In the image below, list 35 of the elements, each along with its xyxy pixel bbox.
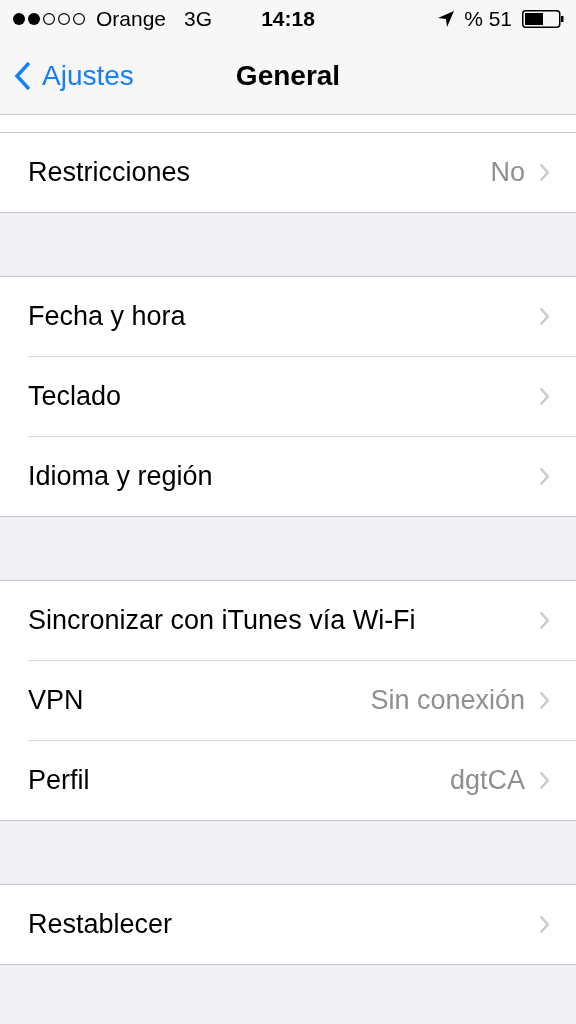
page-title: General bbox=[235, 60, 341, 92]
row-label: Fecha y hora bbox=[28, 301, 187, 332]
back-chevron-icon bbox=[14, 61, 32, 91]
chevron-icon bbox=[539, 611, 550, 630]
signal-icon bbox=[12, 12, 86, 26]
row-label: Restricciones bbox=[28, 157, 192, 188]
settings-row[interactable]: Idioma y región bbox=[28, 436, 576, 516]
row-label: Teclado bbox=[28, 381, 123, 412]
row-value: Sin conexión bbox=[370, 685, 525, 716]
row-label: Restablecer bbox=[28, 909, 174, 940]
network-type: 3G bbox=[184, 7, 213, 31]
back-button[interactable]: Ajustes bbox=[0, 59, 140, 93]
settings-row[interactable]: VPN Sin conexión bbox=[28, 660, 576, 740]
settings-row[interactable]: Sincronizar con iTunes vía Wi-Fi bbox=[28, 581, 576, 660]
chevron-icon bbox=[539, 467, 550, 486]
chevron-icon bbox=[539, 691, 550, 710]
location-arrow-icon bbox=[438, 11, 455, 27]
chevron-icon bbox=[539, 163, 550, 182]
row-label: Perfil bbox=[28, 765, 91, 796]
row-value: dgtCA bbox=[449, 765, 525, 796]
chevron-icon bbox=[539, 915, 550, 934]
settings-row[interactable]: Fecha y hora bbox=[28, 277, 576, 356]
carrier-name: Orange bbox=[96, 7, 167, 31]
settings-row[interactable]: Perfil dgtCA bbox=[28, 740, 576, 820]
chevron-icon bbox=[539, 307, 550, 326]
chevron-icon bbox=[539, 387, 550, 406]
chevron-icon bbox=[539, 771, 550, 790]
settings-row[interactable]: Teclado bbox=[28, 356, 576, 436]
row-value: No bbox=[490, 157, 525, 188]
battery-icon bbox=[522, 10, 564, 28]
row-label: Idioma y región bbox=[28, 461, 214, 492]
row-label: Sincronizar con iTunes vía Wi-Fi bbox=[28, 605, 417, 636]
battery-percent: % 51 bbox=[464, 7, 512, 31]
row-label: VPN bbox=[28, 685, 85, 716]
status-time: 14:18 bbox=[261, 7, 315, 31]
